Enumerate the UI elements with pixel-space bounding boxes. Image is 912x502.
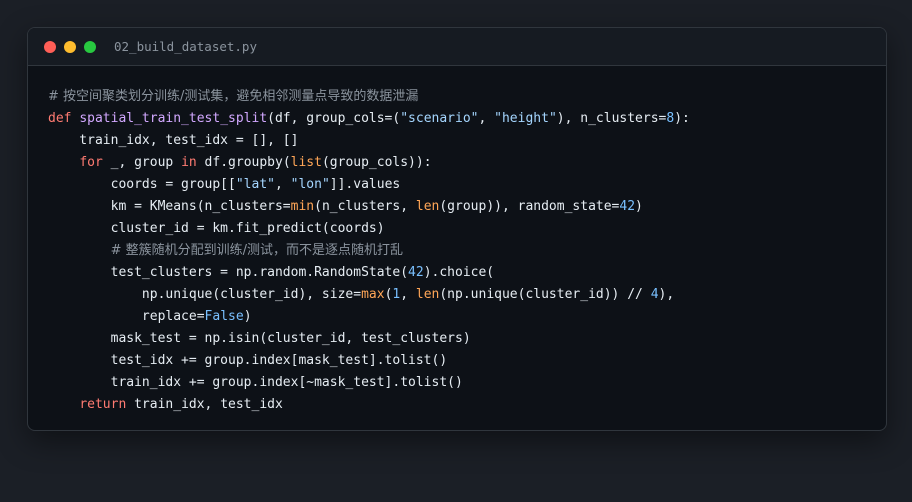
code-line: # 整簇随机分配到训练/测试，而不是逐点随机打乱 — [48, 240, 886, 262]
keyword-token: for — [79, 155, 103, 170]
window-titlebar: 02_build_dataset.py — [28, 28, 886, 66]
close-window-button[interactable] — [44, 40, 56, 53]
code-token: test_idx += group.index[mask_test].tolis… — [48, 353, 448, 368]
builtin-token: min — [290, 199, 315, 214]
comment-token: # 按空间聚类划分训练/测试集，避免相邻测量点导致的数据泄漏 — [48, 89, 419, 104]
code-token: train_idx, test_idx = [], [] — [48, 133, 299, 148]
number-token: 42 — [619, 199, 636, 214]
number-token: 4 — [650, 287, 659, 302]
number-token: False — [204, 309, 244, 324]
builtin-token: len — [415, 199, 440, 214]
code-line: train_idx += group.index[~mask_test].tol… — [48, 372, 886, 394]
code-token: ), — [658, 287, 675, 302]
code-token: coords = group[[ — [48, 177, 236, 192]
code-token: ).choice( — [423, 265, 495, 280]
code-token: (group_cols)): — [321, 155, 432, 170]
builtin-token: max — [361, 287, 385, 302]
string-token: "height" — [494, 111, 557, 126]
code-token: , — [478, 111, 495, 126]
code-window: 02_build_dataset.py # 按空间聚类划分训练/测试集，避免相邻… — [27, 27, 887, 431]
code-token: , — [400, 287, 416, 302]
code-token: df.groupby( — [196, 155, 291, 170]
code-token: train_idx += group.index[~mask_test].tol… — [48, 375, 463, 390]
file-name: 02_build_dataset.py — [114, 39, 257, 54]
code-token: mask_test = np.isin(cluster_id, test_clu… — [48, 331, 471, 346]
code-line: replace=False) — [48, 306, 886, 328]
keyword-token: def — [48, 111, 80, 126]
code-token: (group)), random_state= — [439, 199, 620, 214]
code-line: test_idx += group.index[mask_test].tolis… — [48, 350, 886, 372]
keyword-token: return — [79, 397, 127, 412]
code-line: km = KMeans(n_clusters=min(n_clusters, l… — [48, 196, 886, 218]
code-token: replace= — [48, 309, 205, 324]
code-block[interactable]: # 按空间聚类划分训练/测试集，避免相邻测量点导致的数据泄漏 def spatia… — [28, 66, 886, 416]
builtin-token: len — [415, 287, 440, 302]
code-line: train_idx, test_idx = [], [] — [48, 130, 886, 152]
comment-token: # 整簇随机分配到训练/测试，而不是逐点随机打乱 — [110, 243, 404, 258]
code-line: for _, group in df.groupby(list(group_co… — [48, 152, 886, 174]
code-token: ), n_clusters= — [556, 111, 667, 126]
code-token: ) — [243, 309, 252, 324]
code-token: km = KMeans(n_clusters= — [48, 199, 291, 214]
string-token: "lat" — [235, 177, 275, 192]
code-line: coords = group[["lat", "lon"]].values — [48, 174, 886, 196]
code-line: return train_idx, test_idx — [48, 394, 886, 416]
code-line: cluster_id = km.fit_predict(coords) — [48, 218, 886, 240]
code-line: test_clusters = np.random.RandomState(42… — [48, 262, 886, 284]
code-token: _, group — [102, 155, 182, 170]
code-line: def spatial_train_test_split(df, group_c… — [48, 108, 886, 130]
function-name-token: spatial_train_test_split — [79, 111, 268, 126]
code-token: np.unique(cluster_id), size= — [48, 287, 362, 302]
code-token: ) — [635, 199, 643, 214]
code-line: mask_test = np.isin(cluster_id, test_clu… — [48, 328, 886, 350]
minimize-window-button[interactable] — [64, 40, 76, 53]
code-token: ): — [674, 111, 690, 126]
keyword-token: in — [181, 155, 197, 170]
string-token: "lon" — [290, 177, 330, 192]
code-token: train_idx, test_idx — [126, 397, 283, 412]
maximize-window-button[interactable] — [84, 40, 96, 53]
code-line: np.unique(cluster_id), size=max(1, len(n… — [48, 284, 886, 306]
code-token: , — [274, 177, 291, 192]
code-token: (df, group_cols=( — [267, 111, 401, 126]
string-token: "scenario" — [400, 111, 479, 126]
code-token: ]].values — [329, 177, 401, 192]
number-token: 42 — [408, 265, 424, 280]
code-line: # 按空间聚类划分训练/测试集，避免相邻测量点导致的数据泄漏 — [48, 86, 886, 108]
builtin-token: list — [290, 155, 322, 170]
code-token: (n_clusters, — [314, 199, 416, 214]
code-token: (np.unique(cluster_id)) // — [439, 287, 651, 302]
number-token: 8 — [666, 111, 675, 126]
code-token: cluster_id = km.fit_predict(coords) — [48, 221, 385, 236]
code-token: test_clusters = np.random.RandomState( — [48, 265, 409, 280]
